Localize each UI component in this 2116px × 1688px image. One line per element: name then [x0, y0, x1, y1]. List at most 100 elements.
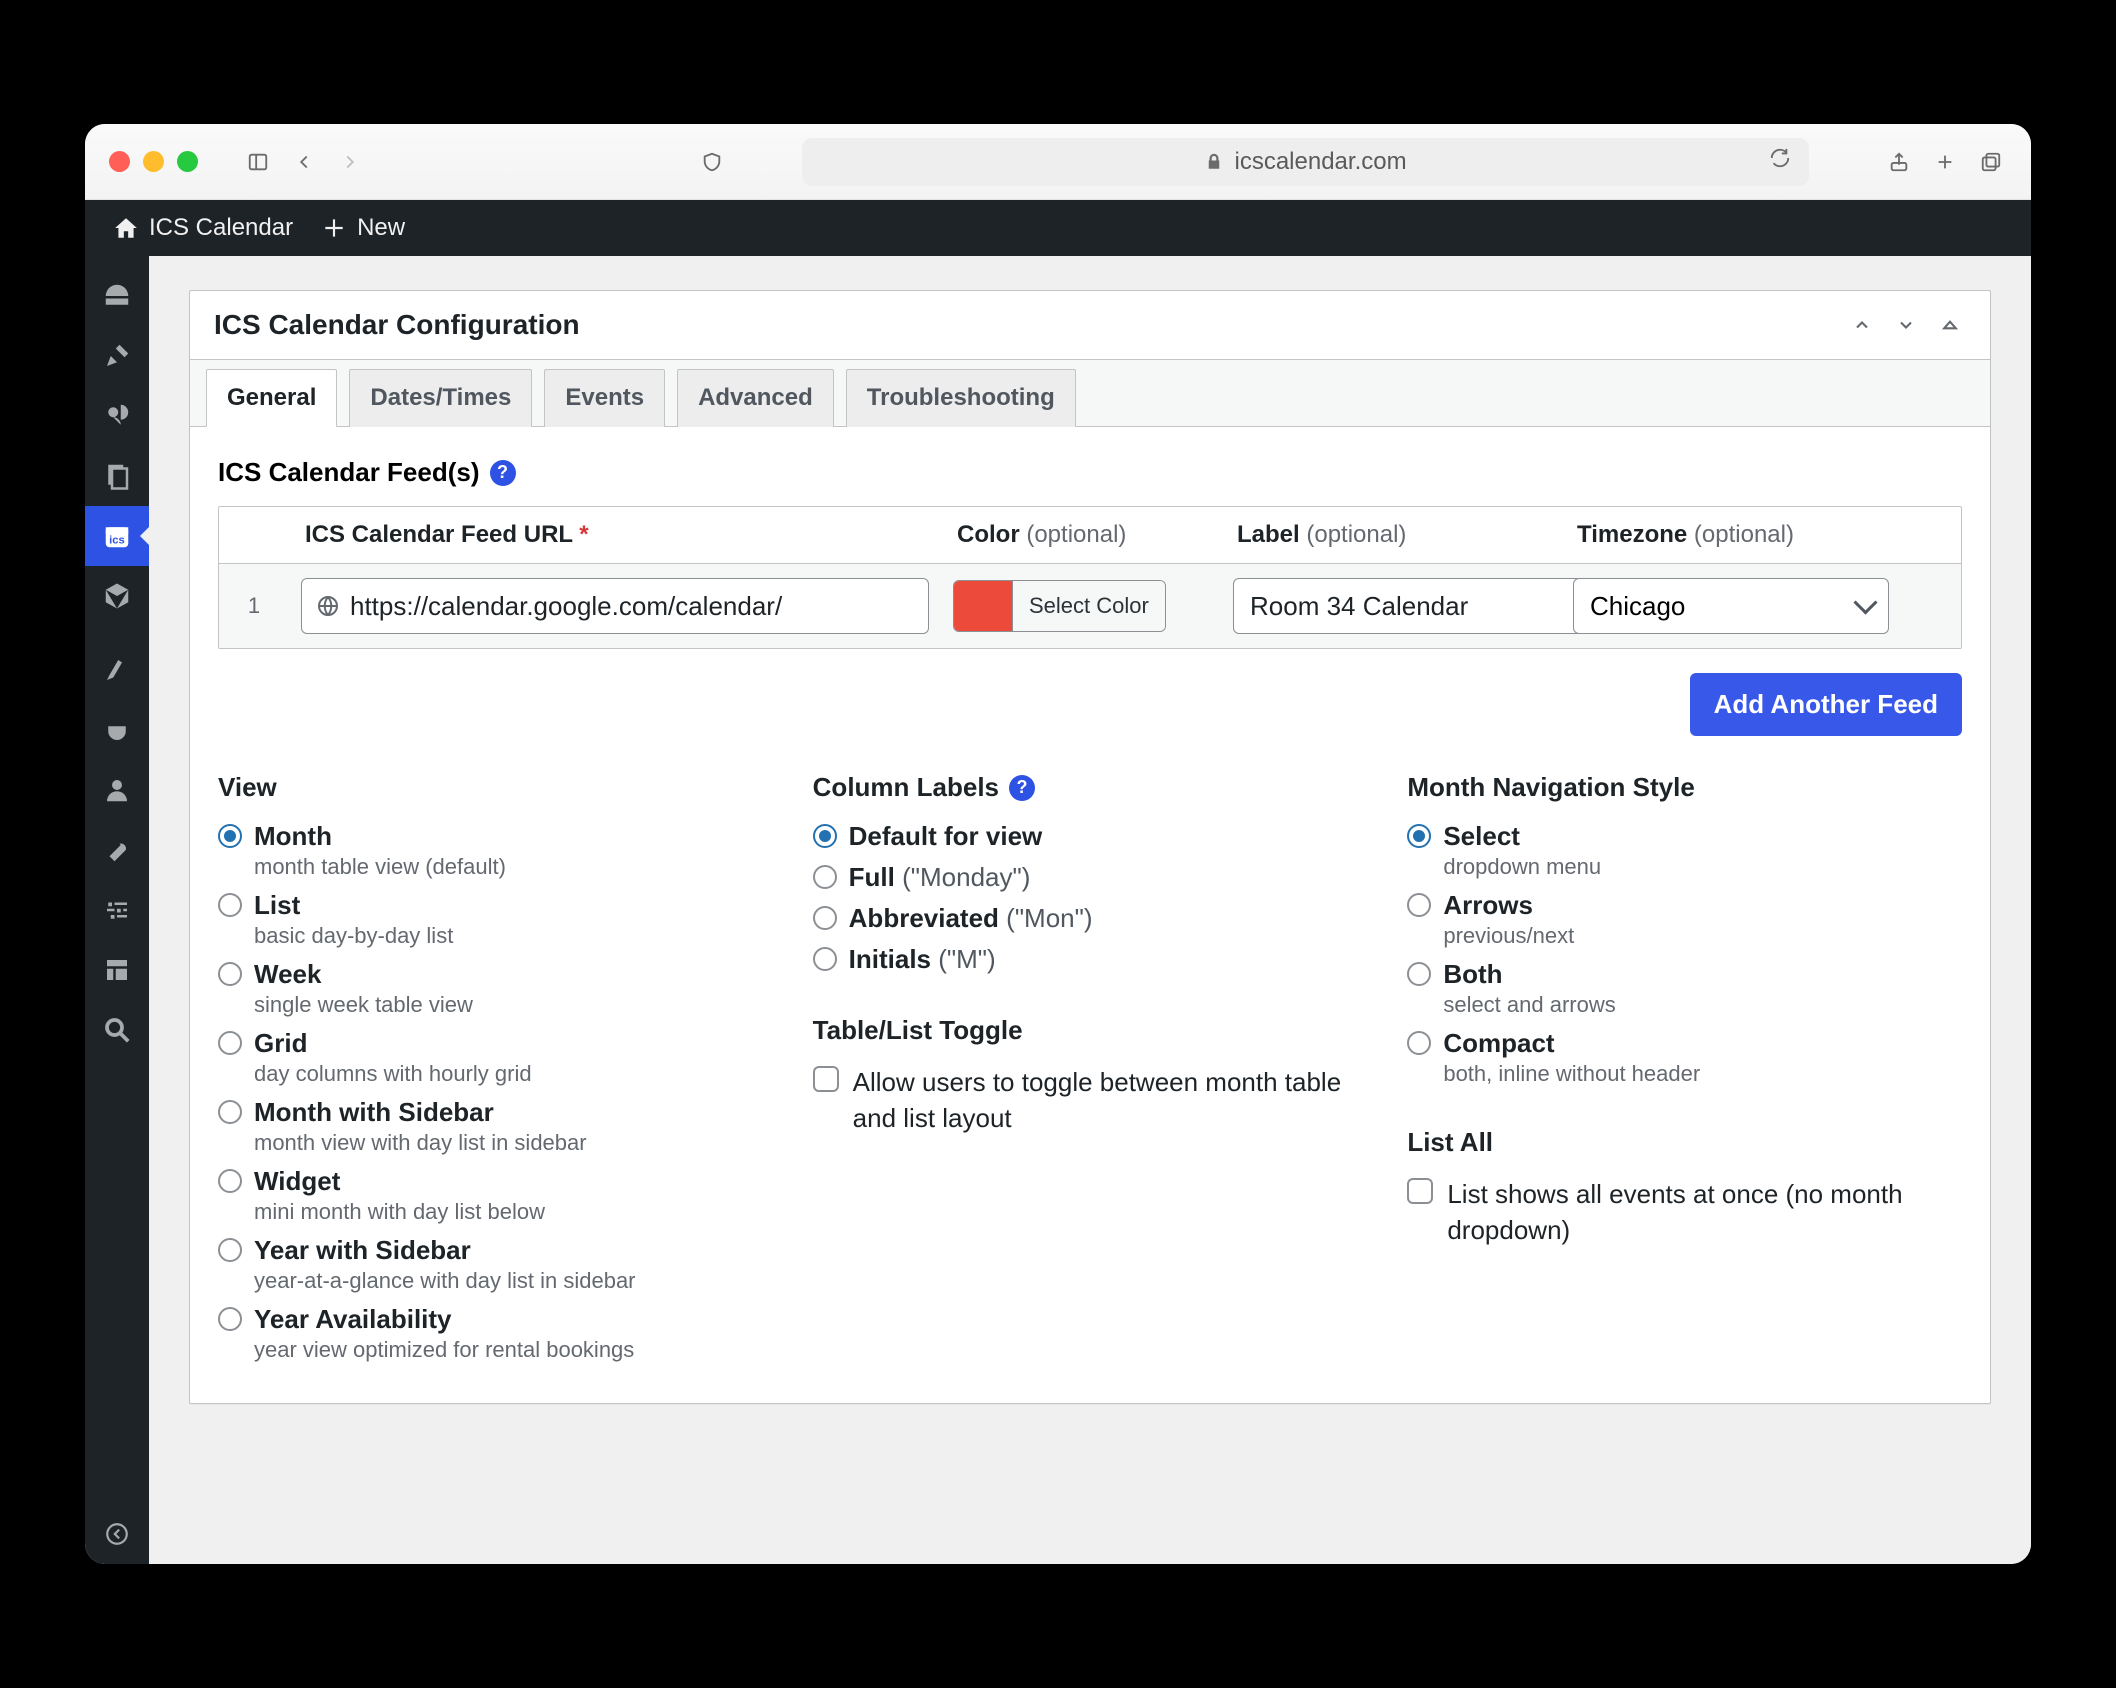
close-window-button[interactable]	[109, 151, 130, 172]
new-content-link[interactable]: New	[307, 200, 419, 256]
feed-url-input[interactable]	[301, 578, 929, 634]
toggle-checkbox[interactable]	[813, 1066, 839, 1092]
radio-option[interactable]	[218, 824, 242, 848]
radio-description: single week table view	[254, 992, 773, 1018]
feeds-section-title: ICS Calendar Feed(s) ?	[218, 457, 1962, 488]
radio-label[interactable]: Default for view	[849, 821, 1043, 852]
add-feed-button[interactable]: Add Another Feed	[1690, 673, 1962, 736]
tab-troubleshooting[interactable]: Troubleshooting	[846, 369, 1076, 427]
reload-icon[interactable]	[1769, 147, 1791, 176]
sidebar-item-dashboard[interactable]	[85, 266, 149, 326]
radio-label[interactable]: Arrows	[1443, 890, 1533, 921]
radio-description: month table view (default)	[254, 854, 773, 880]
tab-advanced[interactable]: Advanced	[677, 369, 834, 427]
radio-option[interactable]	[218, 1100, 242, 1124]
radio-description: month view with day list in sidebar	[254, 1130, 773, 1156]
radio-label[interactable]: Both	[1443, 959, 1502, 990]
radio-description: both, inline without header	[1443, 1061, 1962, 1087]
feeds-table-header: ICS Calendar Feed URL * Color (optional)…	[219, 507, 1961, 564]
sidebar-item-settings[interactable]	[85, 880, 149, 940]
sidebar-item-plugins[interactable]	[85, 700, 149, 760]
wp-sidebar: ics	[85, 256, 149, 1564]
radio-option[interactable]	[1407, 824, 1431, 848]
radio-option[interactable]	[218, 893, 242, 917]
sidebar-item-plugin[interactable]	[85, 566, 149, 626]
radio-option[interactable]	[218, 1031, 242, 1055]
radio-label[interactable]: Month	[254, 821, 332, 852]
radio-description: day columns with hourly grid	[254, 1061, 773, 1087]
sidebar-item-extra[interactable]	[85, 940, 149, 1000]
radio-label[interactable]: Widget	[254, 1166, 340, 1197]
collapse-menu-button[interactable]	[85, 1504, 149, 1564]
back-button[interactable]	[288, 146, 320, 178]
shield-icon[interactable]	[696, 146, 728, 178]
month-nav-section: Month Navigation Style Selectdropdown me…	[1407, 772, 1962, 1363]
window-controls	[109, 151, 198, 172]
radio-label[interactable]: List	[254, 890, 300, 921]
panel-down-icon[interactable]	[1890, 309, 1922, 341]
sidebar-item-users[interactable]	[85, 760, 149, 820]
new-tab-icon[interactable]	[1929, 146, 1961, 178]
radio-description: basic day-by-day list	[254, 923, 773, 949]
site-home-link[interactable]: ICS Calendar	[99, 200, 307, 256]
sidebar-item-appearance[interactable]	[85, 640, 149, 700]
plus-icon	[321, 215, 347, 241]
radio-option[interactable]	[813, 906, 837, 930]
forward-button[interactable]	[334, 146, 366, 178]
radio-option[interactable]	[218, 1307, 242, 1331]
radio-option[interactable]	[813, 947, 837, 971]
site-name: ICS Calendar	[149, 214, 293, 242]
tab-events[interactable]: Events	[544, 369, 665, 427]
sidebar-item-ics-calendar[interactable]: ics	[85, 506, 149, 566]
radio-label[interactable]: Grid	[254, 1028, 307, 1059]
color-picker[interactable]: Select Color	[953, 580, 1166, 632]
radio-option[interactable]	[813, 824, 837, 848]
radio-option[interactable]	[218, 1238, 242, 1262]
panel-collapse-icon[interactable]	[1934, 309, 1966, 341]
feed-url-field[interactable]	[350, 591, 914, 622]
radio-label[interactable]: Initials ("M")	[849, 944, 996, 975]
tab-general[interactable]: General	[206, 369, 337, 427]
radio-option[interactable]	[1407, 893, 1431, 917]
maximize-window-button[interactable]	[177, 151, 198, 172]
radio-label[interactable]: Select	[1443, 821, 1520, 852]
minimize-window-button[interactable]	[143, 151, 164, 172]
sidebar-item-media[interactable]	[85, 386, 149, 446]
panel-up-icon[interactable]	[1846, 309, 1878, 341]
radio-option[interactable]	[1407, 1031, 1431, 1055]
radio-label[interactable]: Month with Sidebar	[254, 1097, 494, 1128]
url-text: icscalendar.com	[1235, 148, 1407, 176]
help-icon[interactable]: ?	[490, 460, 516, 486]
sidebar-toggle-icon[interactable]	[242, 146, 274, 178]
sidebar-item-tools[interactable]	[85, 820, 149, 880]
radio-label[interactable]: Week	[254, 959, 321, 990]
radio-description: select and arrows	[1443, 992, 1962, 1018]
radio-label[interactable]: Year with Sidebar	[254, 1235, 471, 1266]
radio-label[interactable]: Year Availability	[254, 1304, 452, 1335]
radio-option[interactable]	[1407, 962, 1431, 986]
home-icon	[113, 215, 139, 241]
radio-label[interactable]: Full ("Monday")	[849, 862, 1031, 893]
new-label: New	[357, 214, 405, 242]
tabs-icon[interactable]	[1975, 146, 2007, 178]
timezone-select[interactable]: Chicago	[1573, 578, 1889, 634]
feed-label-input[interactable]	[1233, 578, 1602, 634]
radio-option[interactable]	[218, 1169, 242, 1193]
select-color-button[interactable]: Select Color	[1012, 581, 1165, 631]
radio-description: year view optimized for rental bookings	[254, 1337, 773, 1363]
list-all-checkbox[interactable]	[1407, 1178, 1433, 1204]
tab-dates-times[interactable]: Dates/Times	[349, 369, 532, 427]
globe-icon	[316, 594, 340, 618]
radio-option[interactable]	[218, 962, 242, 986]
help-icon[interactable]: ?	[1009, 775, 1035, 801]
radio-label[interactable]: Abbreviated ("Mon")	[849, 903, 1093, 934]
month-nav-title: Month Navigation Style	[1407, 772, 1962, 803]
sidebar-item-search[interactable]	[85, 1000, 149, 1060]
sidebar-item-posts[interactable]	[85, 326, 149, 386]
radio-label[interactable]: Compact	[1443, 1028, 1554, 1059]
radio-option[interactable]	[813, 865, 837, 889]
share-icon[interactable]	[1883, 146, 1915, 178]
sidebar-item-pages[interactable]	[85, 446, 149, 506]
address-bar[interactable]: icscalendar.com	[802, 138, 1809, 186]
color-swatch[interactable]	[954, 581, 1012, 631]
